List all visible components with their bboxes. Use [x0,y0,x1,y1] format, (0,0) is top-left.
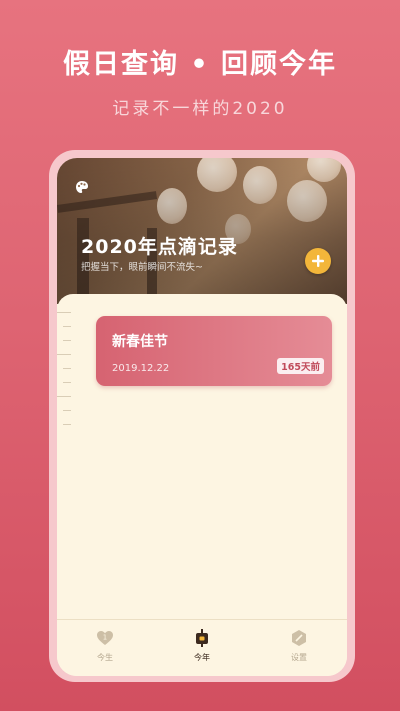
tab-label: 今年 [194,653,210,662]
tab-jinnian[interactable]: 今年 [154,628,250,663]
record-title: 新春佳节 [112,334,168,350]
hero-subtitle: 把握当下，眼前瞬间不流失~ [81,262,203,273]
plus-icon [312,255,324,267]
timeline-ruler [57,312,71,532]
promo-subline: 记录不一样的2020 [112,99,288,119]
promo-headline: 假日查询 • 回顾今年 [62,49,338,80]
tab-jinsheng[interactable]: 1 今生 [57,628,153,663]
tab-settings[interactable]: 设置 [251,628,347,663]
days-ago-badge: 165天前 [277,358,324,374]
record-card[interactable]: 新春佳节 2019.12.22 165天前 [96,316,332,386]
calendar-tag-icon [196,629,208,647]
app-screen: 2020年点滴记录 把握当下，眼前瞬间不流失~ 新春佳节 2019.12.22 … [57,158,347,676]
svg-text:1: 1 [103,634,107,642]
palette-icon[interactable] [75,180,89,194]
heart-badge-icon: 1 [97,631,113,645]
hero-banner: 2020年点滴记录 把握当下，眼前瞬间不流失~ [57,158,347,304]
record-date: 2019.12.22 [112,363,170,374]
phone-frame: 2020年点滴记录 把握当下，眼前瞬间不流失~ 新春佳节 2019.12.22 … [49,150,355,682]
tab-label: 设置 [291,653,307,662]
bottom-tab-bar: 1 今生 今年 设置 [57,619,347,676]
tab-label: 今生 [97,653,113,662]
settings-hex-icon [292,630,306,646]
hero-title: 2020年点滴记录 [81,236,238,258]
add-record-button[interactable] [305,248,331,274]
